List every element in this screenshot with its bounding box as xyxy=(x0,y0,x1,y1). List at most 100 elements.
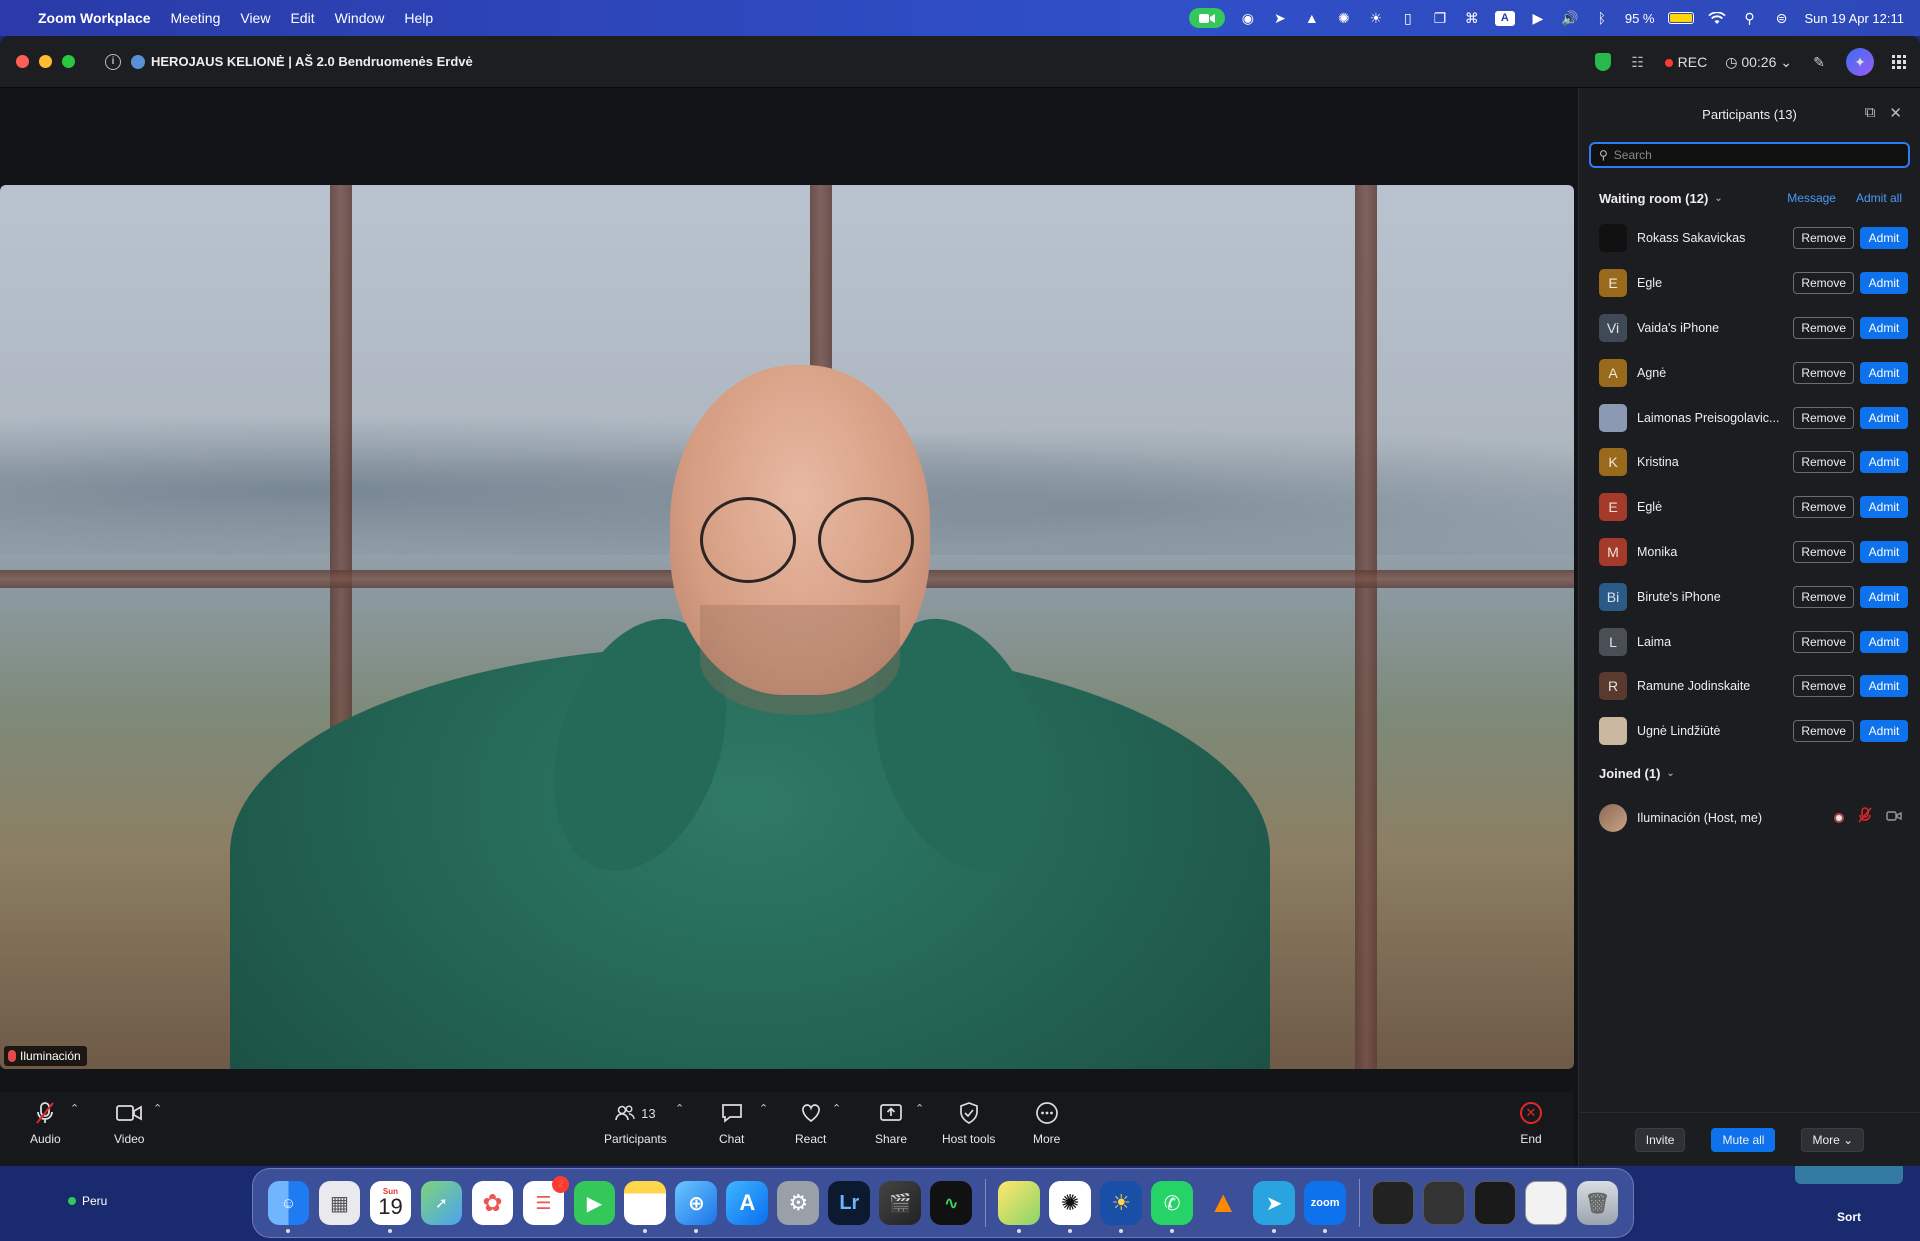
waiting-participant-row[interactable]: Bi Birute's iPhone Remove Admit xyxy=(1579,574,1920,619)
minimize-window-button[interactable] xyxy=(39,55,52,68)
remove-button[interactable]: Remove xyxy=(1793,451,1854,474)
waiting-room-header[interactable]: Waiting room (12) ⌄ Message Admit all xyxy=(1579,180,1920,216)
remove-button[interactable]: Remove xyxy=(1793,720,1854,743)
remove-button[interactable]: Remove xyxy=(1793,540,1854,563)
remove-button[interactable]: Remove xyxy=(1793,361,1854,384)
battery-icon[interactable] xyxy=(1668,12,1695,24)
joined-header[interactable]: Joined (1) ⌄ xyxy=(1579,756,1920,792)
menu-app-name[interactable]: Zoom Workplace xyxy=(38,10,151,26)
muted-mic-icon[interactable] xyxy=(1858,807,1872,828)
video-options-caret[interactable]: ⌃ xyxy=(153,1102,162,1115)
remove-button[interactable]: Remove xyxy=(1793,630,1854,653)
desktop-sort-label[interactable]: Sort xyxy=(1837,1210,1861,1224)
annotate-pen-icon[interactable]: ✎ xyxy=(1810,53,1828,71)
activity-monitor-icon[interactable]: ∿ xyxy=(930,1181,973,1225)
react-options-caret[interactable]: ⌃ xyxy=(832,1102,841,1115)
invite-button[interactable]: Invite xyxy=(1634,1127,1686,1152)
menubar-clock[interactable]: Sun 19 Apr 12:11 xyxy=(1804,11,1904,26)
zoom-window-button[interactable] xyxy=(62,55,75,68)
remove-button[interactable]: Remove xyxy=(1793,406,1854,429)
mouse-icon[interactable]: ▯ xyxy=(1399,9,1417,27)
video-off-icon[interactable] xyxy=(1886,809,1902,827)
waiting-participant-row[interactable]: E Eglė Remove Admit xyxy=(1579,485,1920,530)
waiting-participant-row[interactable]: Ugnė Lindžiūtė Remove Admit xyxy=(1579,709,1920,754)
stickies-icon[interactable] xyxy=(998,1181,1041,1233)
apps-grid-icon[interactable] xyxy=(1892,55,1906,69)
video-button[interactable]: Video xyxy=(114,1100,144,1146)
remove-button[interactable]: Remove xyxy=(1793,675,1854,698)
admit-button[interactable]: Admit xyxy=(1860,406,1908,429)
waiting-participant-row[interactable]: L Laima Remove Admit xyxy=(1579,619,1920,664)
control-center-toggle-icon[interactable]: ⊜ xyxy=(1772,9,1790,27)
calendar-icon[interactable]: Sun 19 xyxy=(369,1181,412,1233)
notes-app-icon[interactable] xyxy=(624,1181,667,1233)
telegram-icon[interactable]: ➤ xyxy=(1253,1181,1296,1233)
mute-all-button[interactable]: Mute all xyxy=(1711,1127,1776,1152)
close-panel-icon[interactable]: ✕ xyxy=(1889,104,1902,122)
app-store-icon[interactable]: A xyxy=(726,1181,769,1225)
waiting-participant-row[interactable]: Vi Vaida's iPhone Remove Admit xyxy=(1579,306,1920,351)
recent-document-thumbnail[interactable] xyxy=(1525,1181,1568,1225)
wifi-icon[interactable] xyxy=(1708,9,1727,27)
chat-button[interactable]: Chat xyxy=(719,1100,744,1146)
admit-button[interactable]: Admit xyxy=(1860,316,1908,339)
audio-button[interactable]: Audio xyxy=(30,1100,61,1146)
admit-all-link[interactable]: Admit all xyxy=(1856,191,1902,205)
menu-window[interactable]: Window xyxy=(335,10,385,26)
search-input[interactable] xyxy=(1613,148,1894,162)
facetime-icon[interactable]: ▶ xyxy=(573,1181,616,1225)
keyboard-input-icon[interactable]: A xyxy=(1494,10,1515,26)
maps-icon[interactable]: ➚ xyxy=(420,1181,463,1225)
volume-icon[interactable]: 🔊 xyxy=(1561,9,1579,27)
share-options-caret[interactable]: ⌃ xyxy=(915,1102,924,1115)
admit-button[interactable]: Admit xyxy=(1860,720,1908,743)
remove-button[interactable]: Remove xyxy=(1793,316,1854,339)
photos-icon[interactable]: ✿ xyxy=(471,1181,514,1225)
remove-button[interactable]: Remove xyxy=(1793,227,1854,250)
menu-help[interactable]: Help xyxy=(404,10,433,26)
ai-companion-icon[interactable]: ✦ xyxy=(1846,48,1874,76)
chat-options-caret[interactable]: ⌃ xyxy=(759,1102,768,1115)
lightroom-icon[interactable]: Lr xyxy=(828,1181,871,1225)
zoom-app-icon[interactable]: zoom xyxy=(1304,1181,1347,1233)
play-icon[interactable]: ▶ xyxy=(1529,9,1547,27)
react-button[interactable]: React xyxy=(795,1100,826,1146)
admit-button[interactable]: Admit xyxy=(1860,361,1908,384)
finder-icon[interactable]: ☺ xyxy=(267,1181,310,1233)
recent-window-thumbnail[interactable] xyxy=(1423,1181,1466,1225)
window-icon[interactable]: ❐ xyxy=(1431,9,1449,27)
close-window-button[interactable] xyxy=(16,55,29,68)
recent-window-thumbnail[interactable] xyxy=(1474,1181,1517,1225)
menu-view[interactable]: View xyxy=(240,10,270,26)
notes-icon[interactable]: ☷ xyxy=(1629,53,1647,71)
host-tools-button[interactable]: Host tools xyxy=(942,1100,995,1146)
waiting-participant-row[interactable]: E Egle Remove Admit xyxy=(1579,261,1920,306)
recent-window-thumbnail[interactable] xyxy=(1372,1181,1415,1225)
active-video-tile[interactable]: Iluminación xyxy=(0,185,1574,1069)
waiting-participant-row[interactable]: M Monika Remove Admit xyxy=(1579,530,1920,575)
launchpad-icon[interactable]: ▦ xyxy=(318,1181,361,1225)
end-meeting-button[interactable]: ✕ End xyxy=(1520,1100,1542,1146)
control-center-icon[interactable]: ⌘ xyxy=(1463,9,1481,27)
admit-button[interactable]: Admit xyxy=(1860,227,1908,250)
remove-button[interactable]: Remove xyxy=(1793,585,1854,608)
brightness-app-icon[interactable]: ☀ xyxy=(1100,1181,1143,1233)
admit-button[interactable]: Admit xyxy=(1860,451,1908,474)
reminders-icon[interactable]: ☰ 2 xyxy=(522,1176,570,1225)
final-cut-icon[interactable]: 🎬 xyxy=(879,1181,922,1225)
pop-out-icon[interactable]: ⧉ xyxy=(1865,104,1876,122)
chatgpt-icon[interactable]: ✺ xyxy=(1049,1181,1092,1233)
safari-icon[interactable]: ⊕ xyxy=(675,1181,718,1233)
waiting-participant-row[interactable]: Laimonas Preisogolavic... Remove Admit xyxy=(1579,395,1920,440)
recording-indicator[interactable]: REC xyxy=(1664,54,1707,70)
whatsapp-icon[interactable]: ✆ xyxy=(1151,1181,1194,1233)
waiting-participant-row[interactable]: Rokass Sakavickas Remove Admit xyxy=(1579,216,1920,261)
waiting-participant-row[interactable]: K Kristina Remove Admit xyxy=(1579,440,1920,485)
menu-meeting[interactable]: Meeting xyxy=(171,10,221,26)
admit-button[interactable]: Admit xyxy=(1860,675,1908,698)
bluetooth-off-icon[interactable]: ᛒ xyxy=(1593,9,1611,27)
admit-button[interactable]: Admit xyxy=(1860,540,1908,563)
brightness-icon[interactable]: ☀ xyxy=(1367,9,1385,27)
admit-button[interactable]: Admit xyxy=(1860,585,1908,608)
participants-button[interactable]: 13 Participants xyxy=(604,1100,667,1147)
